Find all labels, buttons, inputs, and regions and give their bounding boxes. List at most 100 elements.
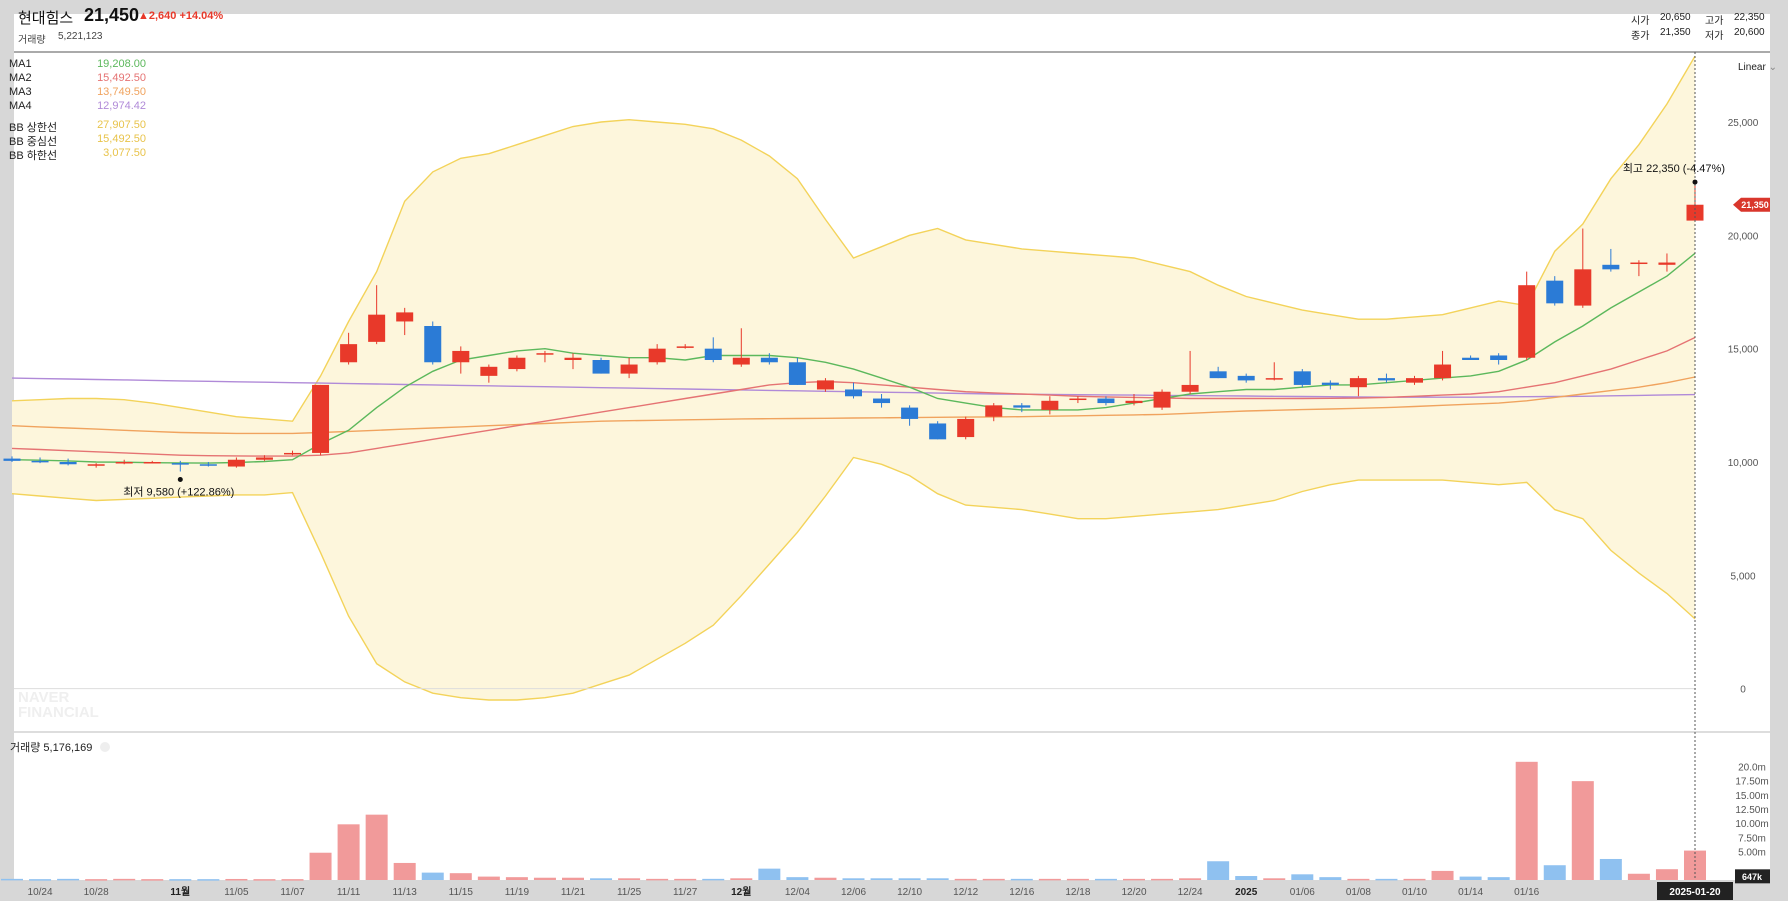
legend-value: 13,749.50: [97, 86, 146, 98]
legend-item: MA2 15,492.50: [9, 72, 146, 86]
volume-bar: [449, 873, 472, 880]
volume-bar: [814, 877, 837, 880]
candle-body: [1630, 262, 1648, 265]
date-tag-text: 2025-01-20: [1669, 887, 1721, 898]
volume-bar: [1543, 865, 1566, 880]
low-label: 저가: [1705, 31, 1724, 42]
volume-tick-label: 20.0m: [1738, 762, 1766, 773]
volume-bar: [29, 879, 52, 881]
volume-bar: [1038, 878, 1061, 881]
candle: [592, 357, 610, 374]
candle: [424, 321, 442, 365]
volume-bar: [1599, 858, 1622, 880]
price-tick-label: 10,000: [1728, 458, 1759, 469]
candle: [508, 355, 526, 372]
candle-body: [143, 462, 161, 464]
volume-bar: [1094, 878, 1117, 881]
candle-body: [312, 384, 330, 453]
candle-body: [957, 418, 975, 438]
candle-body: [1462, 357, 1480, 360]
x-tick-label: 12/06: [841, 887, 866, 898]
volume-bar: [1235, 876, 1258, 880]
volume-bar: [533, 877, 556, 880]
legend-value: 15,492.50: [97, 133, 146, 145]
legend-value: 12,974.42: [97, 100, 146, 112]
volume-bar: [1347, 878, 1370, 881]
candle-body: [901, 407, 919, 419]
price-tick-label: 15,000: [1728, 345, 1759, 356]
candle-body: [1434, 364, 1452, 379]
candle-body: [873, 398, 891, 404]
candle-body: [1125, 400, 1143, 404]
x-tick-label: 12/04: [785, 887, 810, 898]
scale-mode-select[interactable]: Linear ⌄: [1738, 62, 1777, 73]
volume-panel-label: 거래량 5,176,169: [10, 741, 92, 754]
x-tick-label: 10/24: [28, 887, 53, 898]
price-tick-label: 20,000: [1728, 231, 1759, 242]
candle-body: [816, 380, 834, 390]
x-tick-label: 01/06: [1290, 887, 1315, 898]
volume-bar: [337, 824, 360, 880]
candle: [1293, 369, 1311, 388]
candle-body: [929, 423, 947, 440]
x-tick-label: 11/19: [505, 887, 530, 898]
volume-bar: [141, 879, 164, 881]
legend-item: BB 하한선 3,077.50: [9, 147, 146, 162]
volume-bar: [870, 878, 893, 880]
volume-bar: [169, 879, 192, 881]
candle-body: [31, 460, 49, 463]
x-tick-label: 01/08: [1346, 887, 1371, 898]
candle-body: [59, 462, 77, 465]
volume-label: 거래량: [18, 35, 46, 46]
volume-bar: [421, 872, 444, 880]
close-value: 21,350: [1660, 27, 1691, 38]
candle-body: [1013, 405, 1031, 408]
x-tick-label: 11/27: [673, 887, 698, 898]
candle: [312, 384, 330, 456]
close-label: 종가: [1631, 31, 1650, 42]
x-tick-label: 12/24: [1178, 887, 1203, 898]
candle-body: [424, 326, 442, 363]
close-icon: [100, 742, 110, 752]
legend-name: BB 하한선: [9, 150, 58, 162]
x-tick-label: 01/10: [1402, 887, 1427, 898]
legend-name: MA1: [9, 58, 32, 70]
header-bar: 현대힘스 21,450 ▲2,640 +14.04% 거래량 5,221,123…: [0, 0, 1788, 52]
volume-bar: [1, 878, 23, 881]
candle-body: [760, 357, 778, 363]
chevron-down-icon: ⌄: [1768, 62, 1777, 73]
open-value: 20,650: [1660, 12, 1691, 23]
volume-bar: [1571, 781, 1594, 880]
volume-bar: [57, 878, 80, 881]
legend-value: 27,907.50: [97, 119, 146, 131]
x-tick-label: 11/21: [561, 887, 586, 898]
last-price-tag-text: 21,350: [1741, 200, 1769, 210]
volume-bar: [1375, 878, 1398, 881]
volume-bar: [197, 879, 220, 881]
legend-item: MA3 13,749.50: [9, 86, 146, 100]
volume-bar: [786, 877, 809, 880]
x-tick-label: 12/20: [1121, 887, 1146, 898]
volume-bar: [1515, 761, 1538, 880]
volume-bar: [505, 877, 528, 880]
legend-item: BB 상한선 27,907.50: [9, 119, 146, 134]
candle-body: [368, 314, 386, 342]
candle-body: [1490, 355, 1508, 360]
x-tick-label: 2025: [1235, 887, 1258, 898]
candle-body: [564, 357, 582, 360]
stock-chart[interactable]: 0 5,000 10,000 15,000 20,000 25,000 5.00m 7.50m…: [0, 0, 1788, 901]
price-tick-label: 0: [1740, 685, 1746, 696]
volume-bar: [1431, 870, 1454, 880]
candle-body: [1069, 398, 1087, 401]
candle-body: [788, 362, 806, 385]
volume-bar: [365, 814, 388, 880]
right-gray-strip: [1770, 0, 1788, 901]
volume-tick-label: 15.00m: [1735, 791, 1768, 802]
candle-body: [1406, 378, 1423, 383]
x-tick-label: 01/16: [1514, 887, 1539, 898]
volume-bar: [1487, 877, 1510, 880]
high-marker: [1692, 179, 1698, 185]
x-tick-label: 11/25: [617, 887, 642, 898]
volume-bar: [113, 878, 136, 881]
volume-bar: [1627, 873, 1650, 880]
